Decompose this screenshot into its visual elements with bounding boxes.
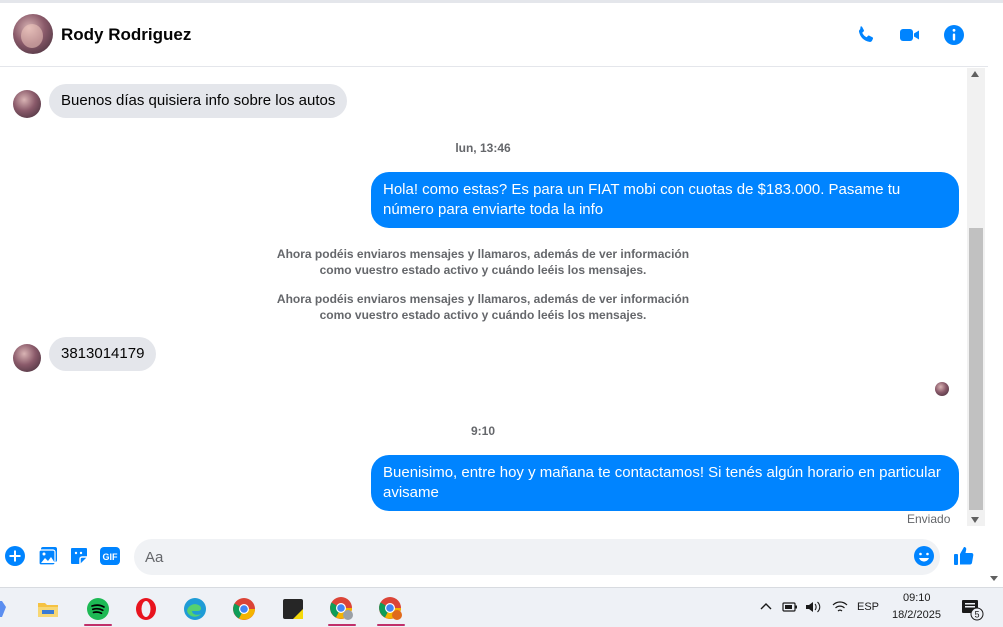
incoming-message[interactable]: Buenos días quisiera info sobre los auto… bbox=[49, 84, 348, 118]
wifi-icon[interactable] bbox=[832, 600, 848, 614]
running-indicator bbox=[328, 624, 356, 626]
image-icon[interactable] bbox=[37, 545, 59, 567]
message-timestamp: lun, 13:46 bbox=[455, 141, 511, 155]
outgoing-message[interactable]: Hola! como estas? Es para un FIAT mobi c… bbox=[371, 172, 959, 228]
spotify-icon[interactable] bbox=[78, 591, 118, 627]
video-call-icon[interactable] bbox=[898, 23, 922, 47]
message-composer: GIF bbox=[0, 534, 1003, 580]
windows-taskbar: ESP 09:10 18/2/2025 5 bbox=[0, 587, 1003, 627]
volume-icon[interactable] bbox=[805, 600, 821, 614]
running-indicator bbox=[377, 624, 405, 626]
scroll-up-arrow-icon[interactable] bbox=[971, 71, 979, 77]
chat-header: Rody Rodriguez bbox=[0, 3, 988, 67]
scroll-down-arrow-icon[interactable] bbox=[971, 517, 979, 523]
chrome-profile-2-icon[interactable] bbox=[371, 591, 411, 627]
battery-icon[interactable] bbox=[782, 600, 798, 614]
like-icon[interactable] bbox=[953, 545, 975, 567]
message-input-container[interactable] bbox=[134, 539, 940, 575]
clock-date[interactable]: 18/2/2025 bbox=[892, 609, 941, 621]
chrome-icon[interactable] bbox=[224, 591, 264, 627]
file-explorer-icon[interactable] bbox=[28, 591, 68, 627]
incoming-message[interactable]: 3813014179 bbox=[49, 337, 157, 371]
emoji-icon[interactable] bbox=[913, 545, 935, 567]
page-scrollbar[interactable] bbox=[988, 68, 1003, 587]
scroll-thumb[interactable] bbox=[969, 228, 983, 510]
seen-indicator-avatar bbox=[935, 382, 949, 396]
system-message: Ahora podéis enviaros mensajes y llamaro… bbox=[276, 292, 690, 322]
contact-name[interactable]: Rody Rodriguez bbox=[61, 25, 191, 45]
opera-icon[interactable] bbox=[126, 591, 166, 627]
info-icon[interactable] bbox=[942, 23, 966, 47]
system-message: Ahora podéis enviaros mensajes y llamaro… bbox=[276, 247, 690, 277]
add-icon[interactable] bbox=[4, 545, 26, 567]
sticker-icon[interactable] bbox=[68, 545, 90, 567]
sender-avatar[interactable] bbox=[13, 344, 41, 372]
gif-icon[interactable]: GIF bbox=[99, 545, 121, 567]
chevron-up-icon[interactable] bbox=[760, 601, 772, 613]
svg-text:GIF: GIF bbox=[103, 552, 119, 562]
chrome-profile-icon[interactable] bbox=[322, 591, 362, 627]
sender-avatar[interactable] bbox=[13, 90, 41, 118]
page-scroll-down-icon[interactable] bbox=[990, 576, 998, 581]
message-input[interactable] bbox=[145, 539, 905, 575]
message-scrollbar[interactable] bbox=[967, 68, 985, 526]
delivery-status: Enviado bbox=[907, 512, 951, 526]
outgoing-message[interactable]: Buenisimo, entre hoy y mañana te contact… bbox=[371, 455, 959, 511]
language-indicator[interactable]: ESP bbox=[857, 601, 879, 613]
chat-window: Rody Rodriguez Buenos días quisiera info… bbox=[0, 0, 1003, 587]
sticky-notes-icon[interactable] bbox=[273, 591, 313, 627]
edge-icon[interactable] bbox=[175, 591, 215, 627]
contact-avatar[interactable] bbox=[13, 14, 53, 54]
phone-icon[interactable] bbox=[854, 23, 878, 47]
notifications-icon[interactable]: 5 bbox=[960, 597, 984, 621]
svg-text:5: 5 bbox=[974, 610, 979, 620]
running-indicator bbox=[84, 624, 112, 626]
copilot-icon[interactable] bbox=[0, 591, 20, 627]
message-timestamp: 9:10 bbox=[470, 424, 496, 438]
clock-time[interactable]: 09:10 bbox=[903, 592, 931, 604]
